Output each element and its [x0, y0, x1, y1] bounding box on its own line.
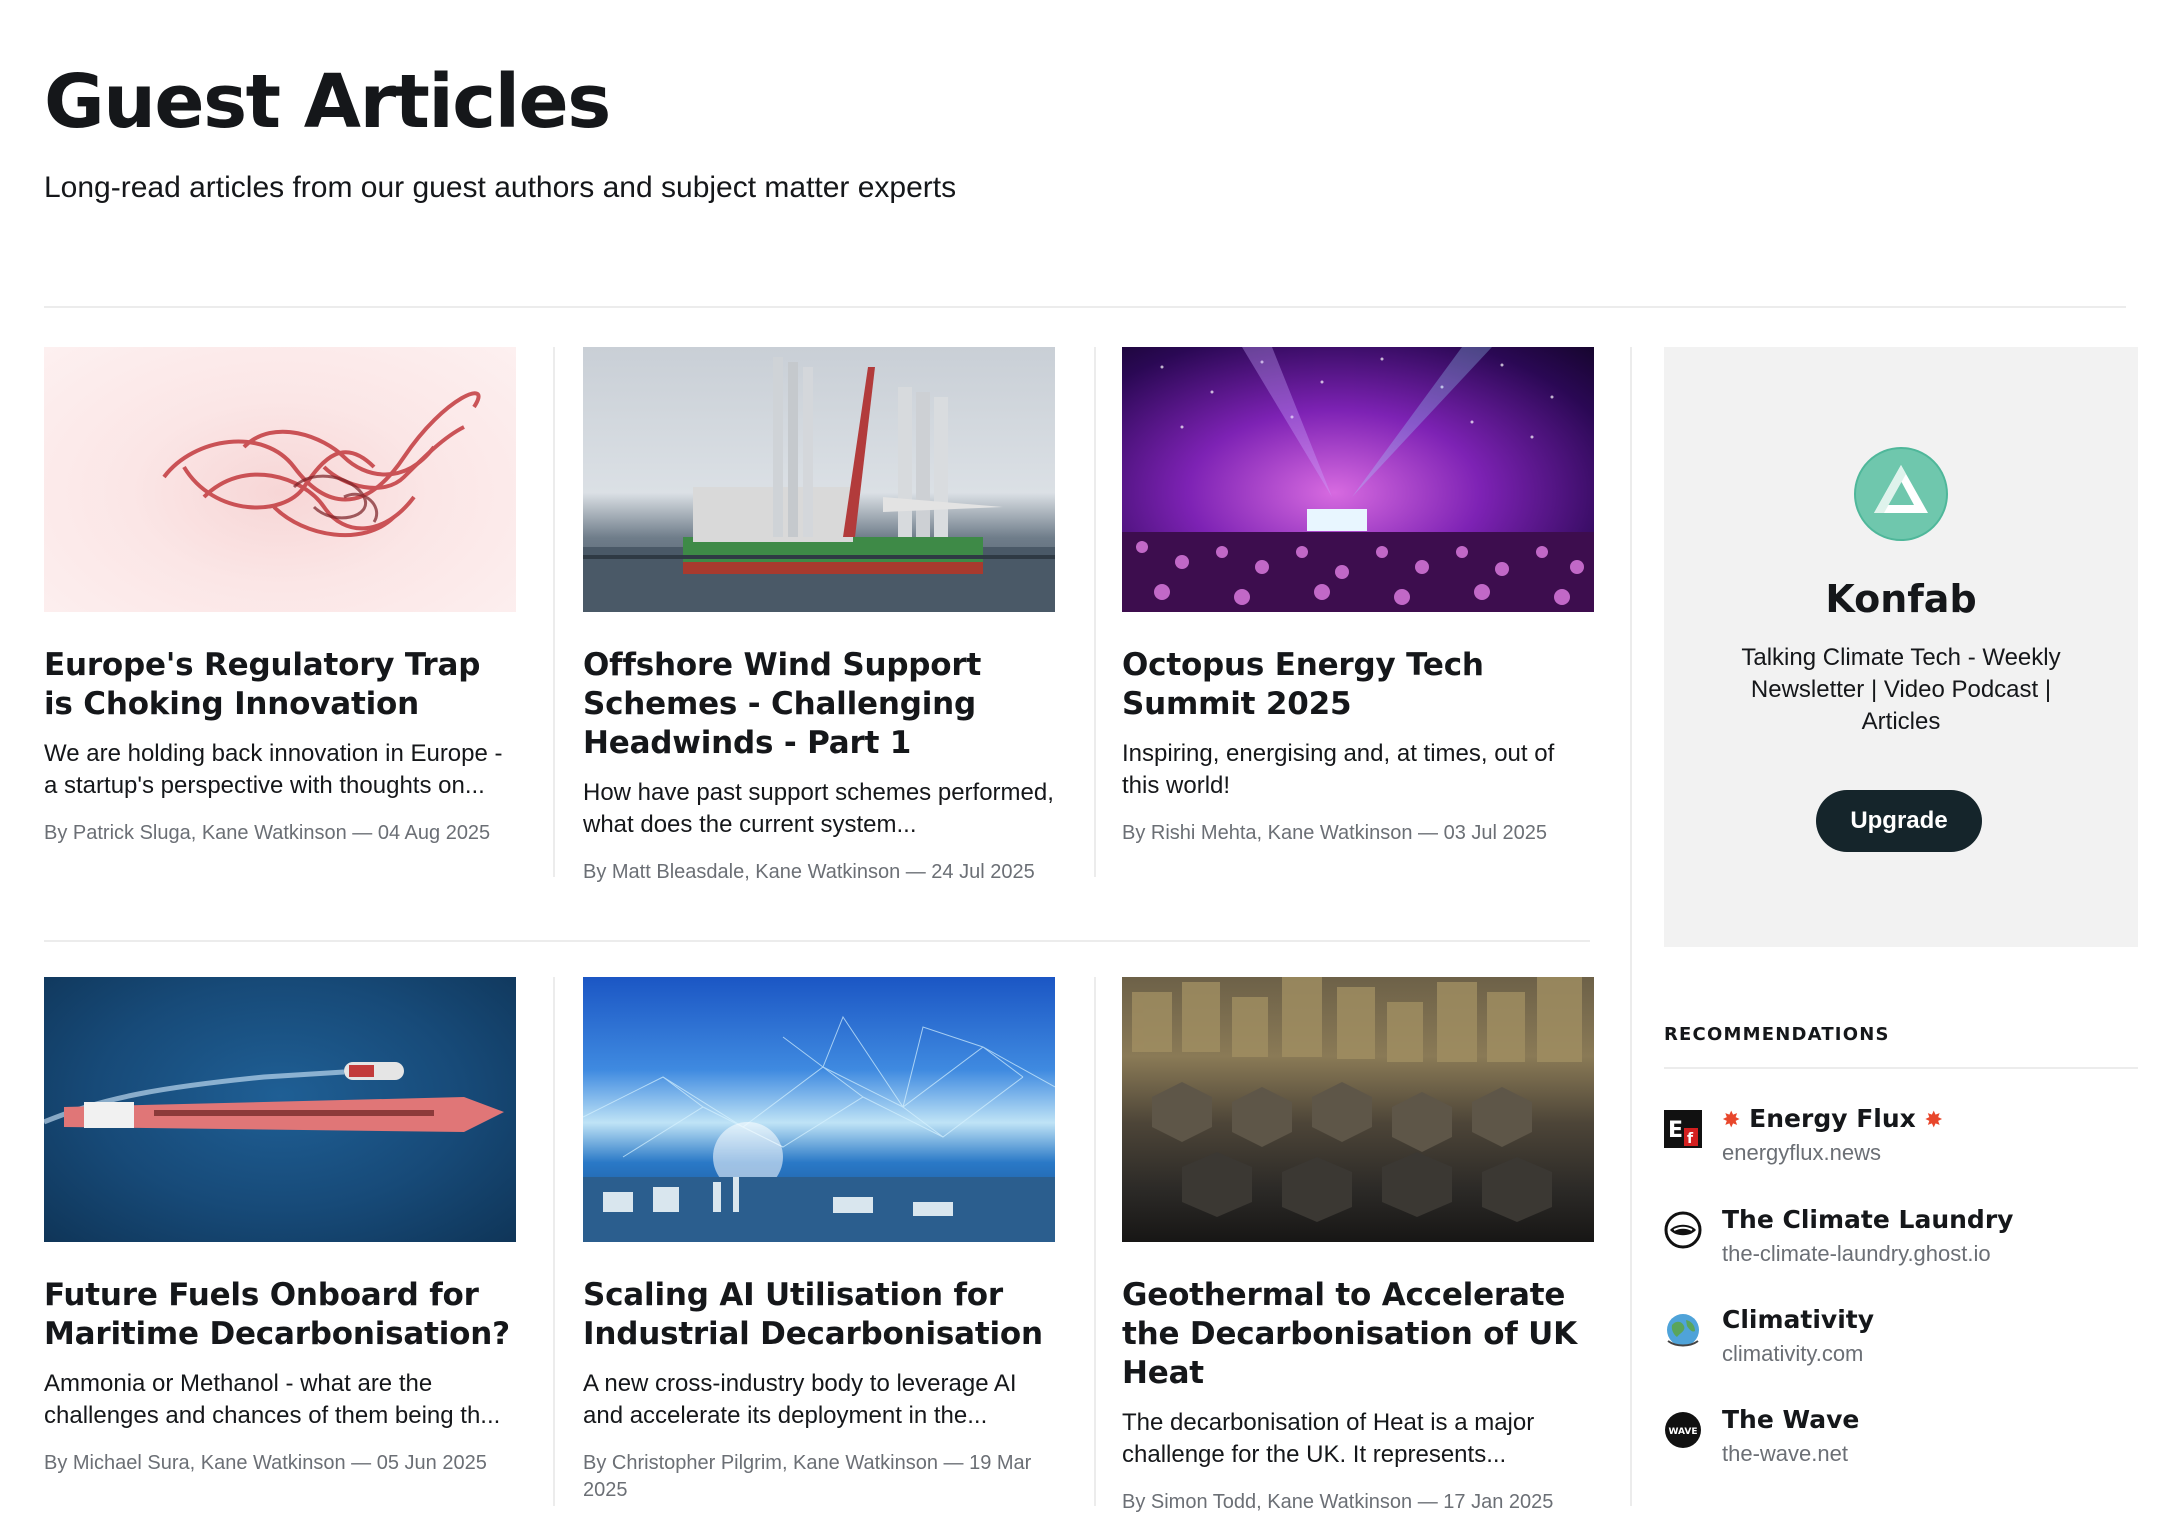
article-card[interactable]: Scaling AI Utilisation for Industrial De…: [583, 977, 1055, 1504]
page-header: Guest Articles Long-read articles from o…: [44, 58, 956, 208]
spark-icon: ✸: [1924, 1108, 1943, 1133]
publication-promo: Konfab Talking Climate Tech - Weekly New…: [1664, 347, 2138, 947]
recommendations-divider: [1664, 1067, 2138, 1069]
recommendation-item[interactable]: E f ✸ Energy Flux ✸ energyflux.news: [1664, 1102, 2138, 1172]
globe-icon: [1667, 1314, 1699, 1347]
article-image-basalt-columns[interactable]: [1122, 977, 1594, 1242]
publication-name: Konfab: [1825, 577, 1977, 621]
article-image-wind-vessel[interactable]: [583, 347, 1055, 612]
recommendation-title[interactable]: Climativity: [1722, 1303, 1874, 1337]
recommendation-name[interactable]: ✸ Energy Flux ✸: [1722, 1102, 1943, 1138]
wave-logo-icon: WAVE: [1665, 1412, 1701, 1448]
article-excerpt: Ammonia or Methanol - what are the chall…: [44, 1370, 501, 1429]
header-divider: [44, 306, 2126, 308]
svg-text:E: E: [1668, 1118, 1683, 1143]
page-description: Long-read articles from our guest author…: [44, 171, 957, 204]
article-excerpt: How have past support schemes performed,…: [583, 779, 1054, 838]
article-title[interactable]: Geothermal to Accelerate the Decarbonisa…: [1122, 1276, 1594, 1393]
recommendation-title[interactable]: The Wave: [1722, 1403, 1859, 1437]
article-image-tanker-ship[interactable]: [44, 977, 516, 1242]
row-divider: [44, 940, 1590, 942]
column-divider: [1094, 347, 1096, 877]
recommendation-title[interactable]: The Climate Laundry: [1722, 1203, 2013, 1237]
article-excerpt: The decarbonisation of Heat is a major c…: [1122, 1409, 1535, 1468]
article-image-summit-stage[interactable]: [1122, 347, 1594, 612]
article-card[interactable]: Future Fuels Onboard for Maritime Decarb…: [44, 977, 516, 1477]
svg-text:WAVE: WAVE: [1669, 1427, 1698, 1437]
recommendation-url: the-wave.net: [1722, 1441, 1848, 1466]
recommendation-url: the-climate-laundry.ghost.io: [1722, 1241, 1991, 1266]
article-card[interactable]: Geothermal to Accelerate the Decarbonisa…: [1122, 977, 1594, 1516]
konfab-logo-icon: [1854, 447, 1948, 541]
article-meta: By Matt Bleasdale, Kane Watkinson — 24 J…: [583, 861, 1035, 883]
article-excerpt: Inspiring, energising and, at times, out…: [1122, 740, 1555, 799]
article-image-ribbon[interactable]: [44, 347, 516, 612]
article-meta: By Simon Todd, Kane Watkinson — 17 Jan 2…: [1122, 1491, 1554, 1513]
column-divider: [553, 977, 555, 1506]
article-meta: By Patrick Sluga, Kane Watkinson — 04 Au…: [44, 822, 491, 844]
article-title[interactable]: Octopus Energy Tech Summit 2025: [1122, 646, 1594, 724]
svg-text:f: f: [1687, 1131, 1694, 1147]
publication-tagline: Talking Climate Tech - Weekly Newsletter…: [1741, 644, 2061, 735]
article-image-ai-network[interactable]: [583, 977, 1055, 1242]
article-title[interactable]: Future Fuels Onboard for Maritime Decarb…: [44, 1276, 516, 1354]
recommendation-item[interactable]: Climativity climativity.com: [1664, 1303, 2138, 1373]
article-meta: By Rishi Mehta, Kane Watkinson — 03 Jul …: [1122, 822, 1548, 844]
article-title[interactable]: Europe's Regulatory Trap is Choking Inno…: [44, 646, 516, 724]
spark-icon: ✸: [1722, 1108, 1741, 1133]
upgrade-button[interactable]: Upgrade: [1816, 790, 1982, 852]
column-divider: [553, 347, 555, 877]
recommendations-heading: RECOMMENDATIONS: [1664, 1024, 1890, 1045]
article-meta: By Christopher Pilgrim, Kane Watkinson —…: [583, 1452, 1032, 1501]
article-excerpt: We are holding back innovation in Europe…: [44, 740, 503, 799]
page-title: Guest Articles: [44, 59, 611, 145]
recommendation-url: climativity.com: [1722, 1341, 1864, 1366]
article-card[interactable]: Octopus Energy Tech Summit 2025 Inspirin…: [1122, 347, 1594, 847]
sidebar-divider: [1630, 347, 1632, 1506]
column-divider: [1094, 977, 1096, 1506]
page: Guest Articles Long-read articles from o…: [0, 0, 2170, 1513]
recommendation-item[interactable]: WAVE The Wave the-wave.net: [1664, 1403, 2138, 1473]
article-title[interactable]: Offshore Wind Support Schemes - Challeng…: [583, 646, 1055, 763]
article-meta: By Michael Sura, Kane Watkinson — 05 Jun…: [44, 1452, 487, 1474]
recommendation-title[interactable]: Energy Flux: [1749, 1104, 1916, 1133]
article-excerpt: A new cross-industry body to leverage AI…: [583, 1370, 1017, 1429]
climate-laundry-logo-icon: [1664, 1211, 1702, 1249]
article-title[interactable]: Scaling AI Utilisation for Industrial De…: [583, 1276, 1055, 1354]
article-card[interactable]: Offshore Wind Support Schemes - Challeng…: [583, 347, 1055, 886]
article-card[interactable]: Europe's Regulatory Trap is Choking Inno…: [44, 347, 516, 847]
energy-flux-logo-icon: E f: [1664, 1110, 1702, 1148]
recommendation-item[interactable]: The Climate Laundry the-climate-laundry.…: [1664, 1203, 2138, 1273]
recommendation-url: energyflux.news: [1722, 1140, 1881, 1165]
